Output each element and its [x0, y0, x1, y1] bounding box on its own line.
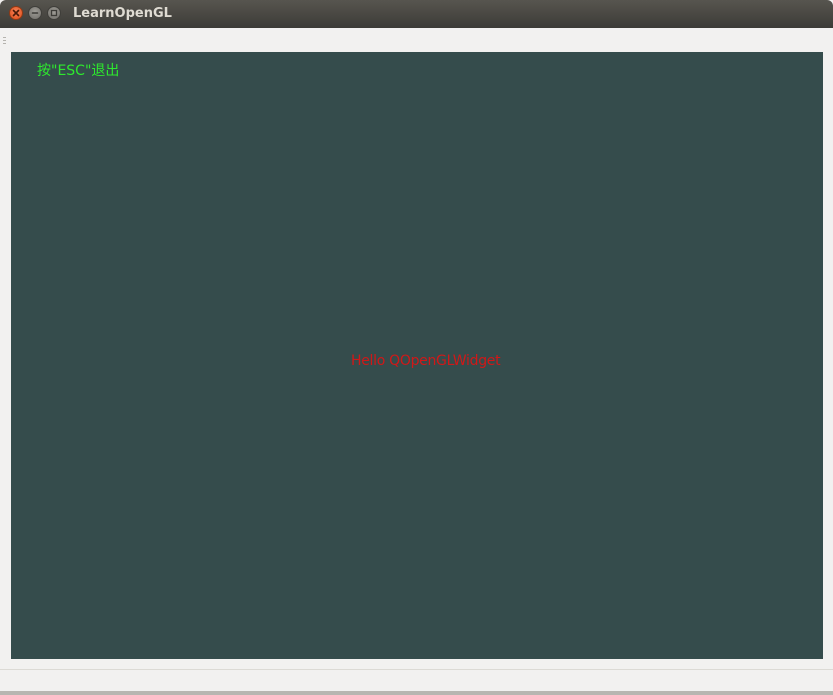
app-window: LearnOpenGL 按"ESC"退出 Hello QOpenGLWidget — [0, 0, 833, 695]
title-bar[interactable]: LearnOpenGL — [0, 0, 833, 28]
toolbar-grip-icon[interactable] — [3, 30, 7, 44]
maximize-icon — [50, 9, 58, 17]
esc-hint-label: 按"ESC"退出 — [37, 63, 120, 79]
minimize-icon — [31, 12, 39, 14]
window-title: LearnOpenGL — [73, 6, 172, 21]
minimize-button[interactable] — [28, 6, 42, 20]
window-bottom-edge — [0, 691, 833, 695]
close-icon — [12, 9, 20, 17]
opengl-widget[interactable]: 按"ESC"退出 Hello QOpenGLWidget — [11, 52, 823, 659]
hello-label: Hello QOpenGLWidget — [351, 353, 501, 369]
status-bar — [0, 669, 833, 691]
maximize-button[interactable] — [47, 6, 61, 20]
close-button[interactable] — [9, 6, 23, 20]
